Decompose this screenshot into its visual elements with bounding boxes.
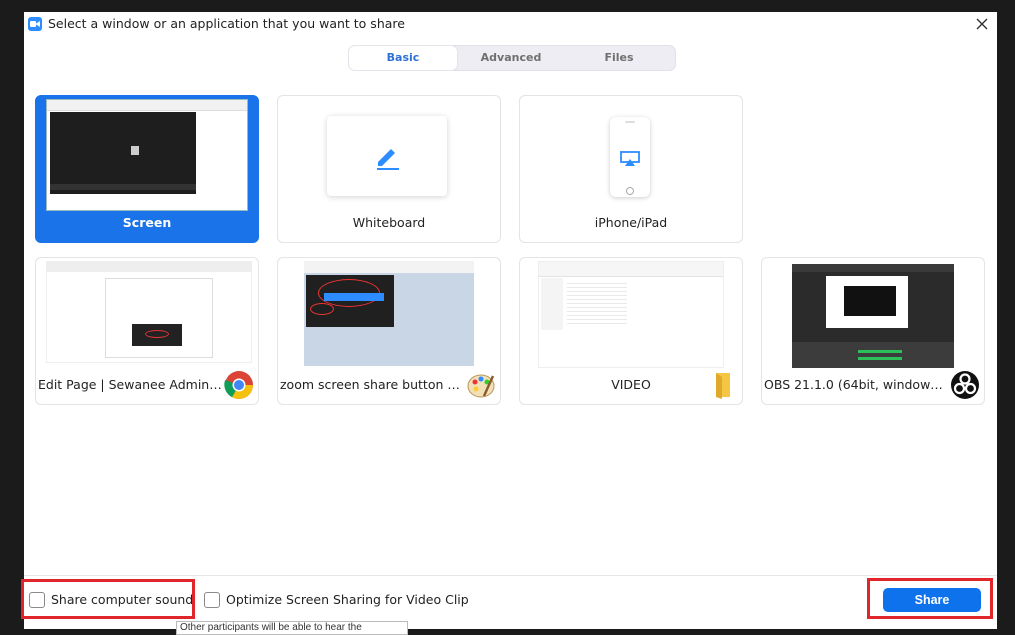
window-thumbnail (46, 261, 252, 363)
optimize-video-label: Optimize Screen Sharing for Video Clip (226, 592, 469, 607)
tab-bar: Basic Advanced Files (348, 45, 676, 71)
share-screen-dialog: Select a window or an application that y… (24, 12, 997, 629)
screen-thumbnail (46, 99, 248, 211)
whiteboard-label: Whiteboard (352, 215, 426, 230)
tab-advanced[interactable]: Advanced (457, 46, 565, 70)
window-paint[interactable]: zoom screen share button - Paint (277, 257, 501, 405)
footer-divider (24, 575, 997, 576)
paint-palette-icon (467, 374, 495, 398)
title-bar: Select a window or an application that y… (24, 12, 997, 36)
window-thumbnail (538, 261, 724, 368)
optimize-video-checkbox[interactable] (204, 592, 220, 608)
window-label: zoom screen share button - Paint (280, 377, 464, 392)
zoom-camera-icon (28, 17, 42, 31)
window-thumbnail (304, 261, 474, 366)
obs-icon (951, 371, 979, 399)
dialog-title: Select a window or an application that y… (48, 16, 405, 31)
tab-files[interactable]: Files (565, 46, 673, 70)
pencil-icon (377, 149, 399, 170)
screen-option[interactable]: Screen (35, 95, 259, 243)
window-label: Edit Page | Sewanee Admin - Goo... (38, 377, 222, 392)
phone-preview (610, 117, 650, 197)
window-video-folder[interactable]: VIDEO (519, 257, 743, 405)
airplay-icon (620, 151, 640, 166)
whiteboard-option[interactable]: Whiteboard (277, 95, 501, 243)
tab-basic[interactable]: Basic (349, 46, 457, 70)
iphone-ipad-label: iPhone/iPad (594, 215, 668, 230)
iphone-ipad-option[interactable]: iPhone/iPad (519, 95, 743, 243)
window-thumbnail (792, 264, 954, 368)
window-chrome[interactable]: Edit Page | Sewanee Admin - Goo... (35, 257, 259, 405)
highlight-share-button (867, 578, 993, 619)
folder-icon (716, 373, 730, 399)
whiteboard-preview (327, 116, 447, 196)
window-obs[interactable]: OBS 21.1.0 (64bit, windows) - Pro... (761, 257, 985, 405)
screen-label: Screen (122, 215, 172, 230)
tooltip: Other participants will be able to hear … (176, 621, 408, 635)
window-label: OBS 21.1.0 (64bit, windows) - Pro... (764, 377, 948, 392)
close-icon[interactable] (974, 16, 990, 32)
chrome-icon (224, 371, 253, 399)
highlight-share-sound (21, 579, 195, 619)
